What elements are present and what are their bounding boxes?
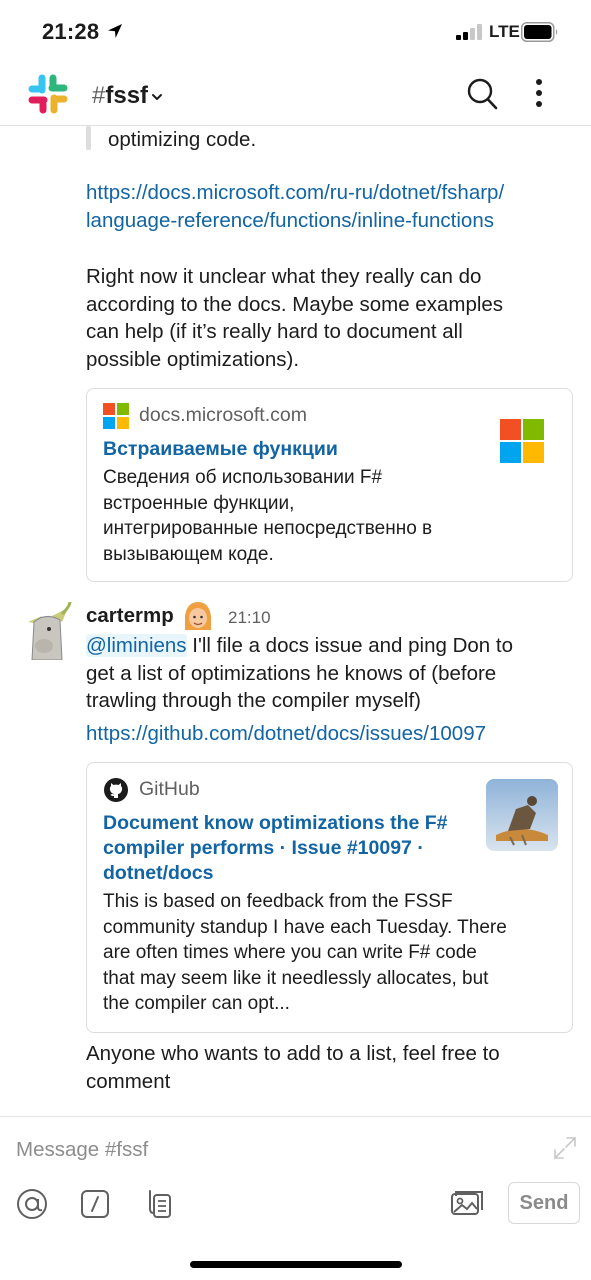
preview-desc-line: that may seem like it needlessly allocat… [103,967,489,989]
preview-site-name: docs.microsoft.com [139,404,307,426]
message-line: possible optimizations). [86,347,300,371]
message-line: Anyone who wants to add to a list, feel … [86,1042,500,1065]
network-type: LTE [489,22,520,41]
slash-command-icon[interactable] [78,1187,112,1221]
github-issue-link[interactable]: https://github.com/dotnet/docs/issues/10… [86,720,486,748]
channel-header: #fssf [0,62,591,126]
link-preview-card[interactable]: GitHub Document know optimizations the F… [86,762,573,1033]
status-bar: 21:28 LTE [0,0,591,62]
preview-title[interactable]: Document know optimizations the F# compi… [103,811,448,886]
preview-desc-line: встроенные функции, [103,492,295,514]
microsoft-logo-icon [103,403,129,429]
preview-desc-line: the compiler can opt... [103,993,290,1014]
preview-title-line: dotnet/docs [103,862,214,884]
home-indicator [190,1261,402,1268]
message-line: trawling through the compiler myself) [86,689,421,712]
status-time: 21:28 [42,19,100,44]
quote-bar [86,126,91,150]
location-arrow-icon [108,24,122,38]
user-status-emoji-icon [185,602,211,630]
user-mention[interactable]: @liminiens [86,634,187,657]
preview-thumbnail-image [486,779,558,851]
preview-title-line: Document know optimizations the F# [103,812,448,834]
attach-file-icon[interactable] [140,1187,174,1221]
preview-site: docs.microsoft.com [103,403,307,429]
github-logo-icon [104,778,128,802]
expand-icon[interactable] [551,1134,579,1162]
channel-name: fssf [105,82,149,109]
preview-desc-line: community standup I have each Tuesday. T… [103,916,507,938]
cellular-signal-icon [456,24,484,40]
at-icon[interactable] [15,1187,49,1221]
preview-title-line: compiler performs · Issue #10097 · [103,837,424,859]
preview-site: GitHub [103,777,200,803]
preview-desc-line: are often times where you can write F# c… [103,942,477,963]
inline-functions-link[interactable]: https://docs.microsoft.com/ru-ru/dotnet/… [86,179,504,234]
preview-desc-line: This is based on feedback from the FSSF [103,891,453,912]
more-vertical-icon[interactable] [528,76,550,112]
message-body: @liminiens I'll file a docs issue and pi… [86,632,513,715]
avatar[interactable] [22,602,72,660]
link-line: language-reference/functions/inline-func… [86,208,494,232]
channel-title[interactable]: #fssf [92,82,148,110]
preview-title[interactable]: Встраиваемые функции [103,437,338,462]
slack-logo[interactable] [28,74,68,114]
link-line: https://docs.microsoft.com/ru-ru/dotnet/… [86,181,505,204]
preview-description: This is based on feedback from the FSSF … [103,889,507,1017]
preview-description: Сведения об использовании F# встроенные … [103,465,432,567]
message-line: Right now it unclear what they really ca… [86,265,482,288]
message-line: get a list of optimizations he knows of … [86,661,497,685]
preview-thumbnail-microsoft-logo [500,419,544,463]
link-preview-card[interactable]: docs.microsoft.com Встраиваемые функции … [86,388,573,582]
message-body: Anyone who wants to add to a list, feel … [86,1040,500,1095]
message-line: can help (if it’s really hard to documen… [86,320,463,343]
chevron-down-icon[interactable] [151,92,163,102]
battery-icon [521,22,558,42]
message-line: according to the docs. Maybe some exampl… [86,292,504,316]
photo-icon[interactable] [450,1187,484,1221]
preview-desc-line: Сведения об использовании F# [103,467,383,488]
message-line: comment [86,1069,171,1093]
search-icon[interactable] [465,76,499,112]
channel-hash: # [92,82,106,109]
preview-desc-line: интегрированные непосредственно в [103,518,433,539]
message-line: @liminiens I'll file a docs issue and pi… [86,632,513,660]
message-author[interactable]: cartermp [86,604,174,628]
preview-site-name: GitHub [139,778,200,800]
message-list[interactable]: optimizing code. https://docs.microsoft.… [0,126,591,1116]
message-line-rest: I'll file a docs issue and ping Don to [186,634,513,657]
message-composer: Send [0,1116,591,1280]
message-input[interactable] [16,1135,536,1165]
send-button[interactable]: Send [508,1182,580,1224]
message-body: Right now it unclear what they really ca… [86,263,503,373]
quote-text: optimizing code. [108,128,257,151]
message-timestamp[interactable]: 21:10 [228,608,271,628]
preview-desc-line: вызывающем коде. [103,543,274,565]
